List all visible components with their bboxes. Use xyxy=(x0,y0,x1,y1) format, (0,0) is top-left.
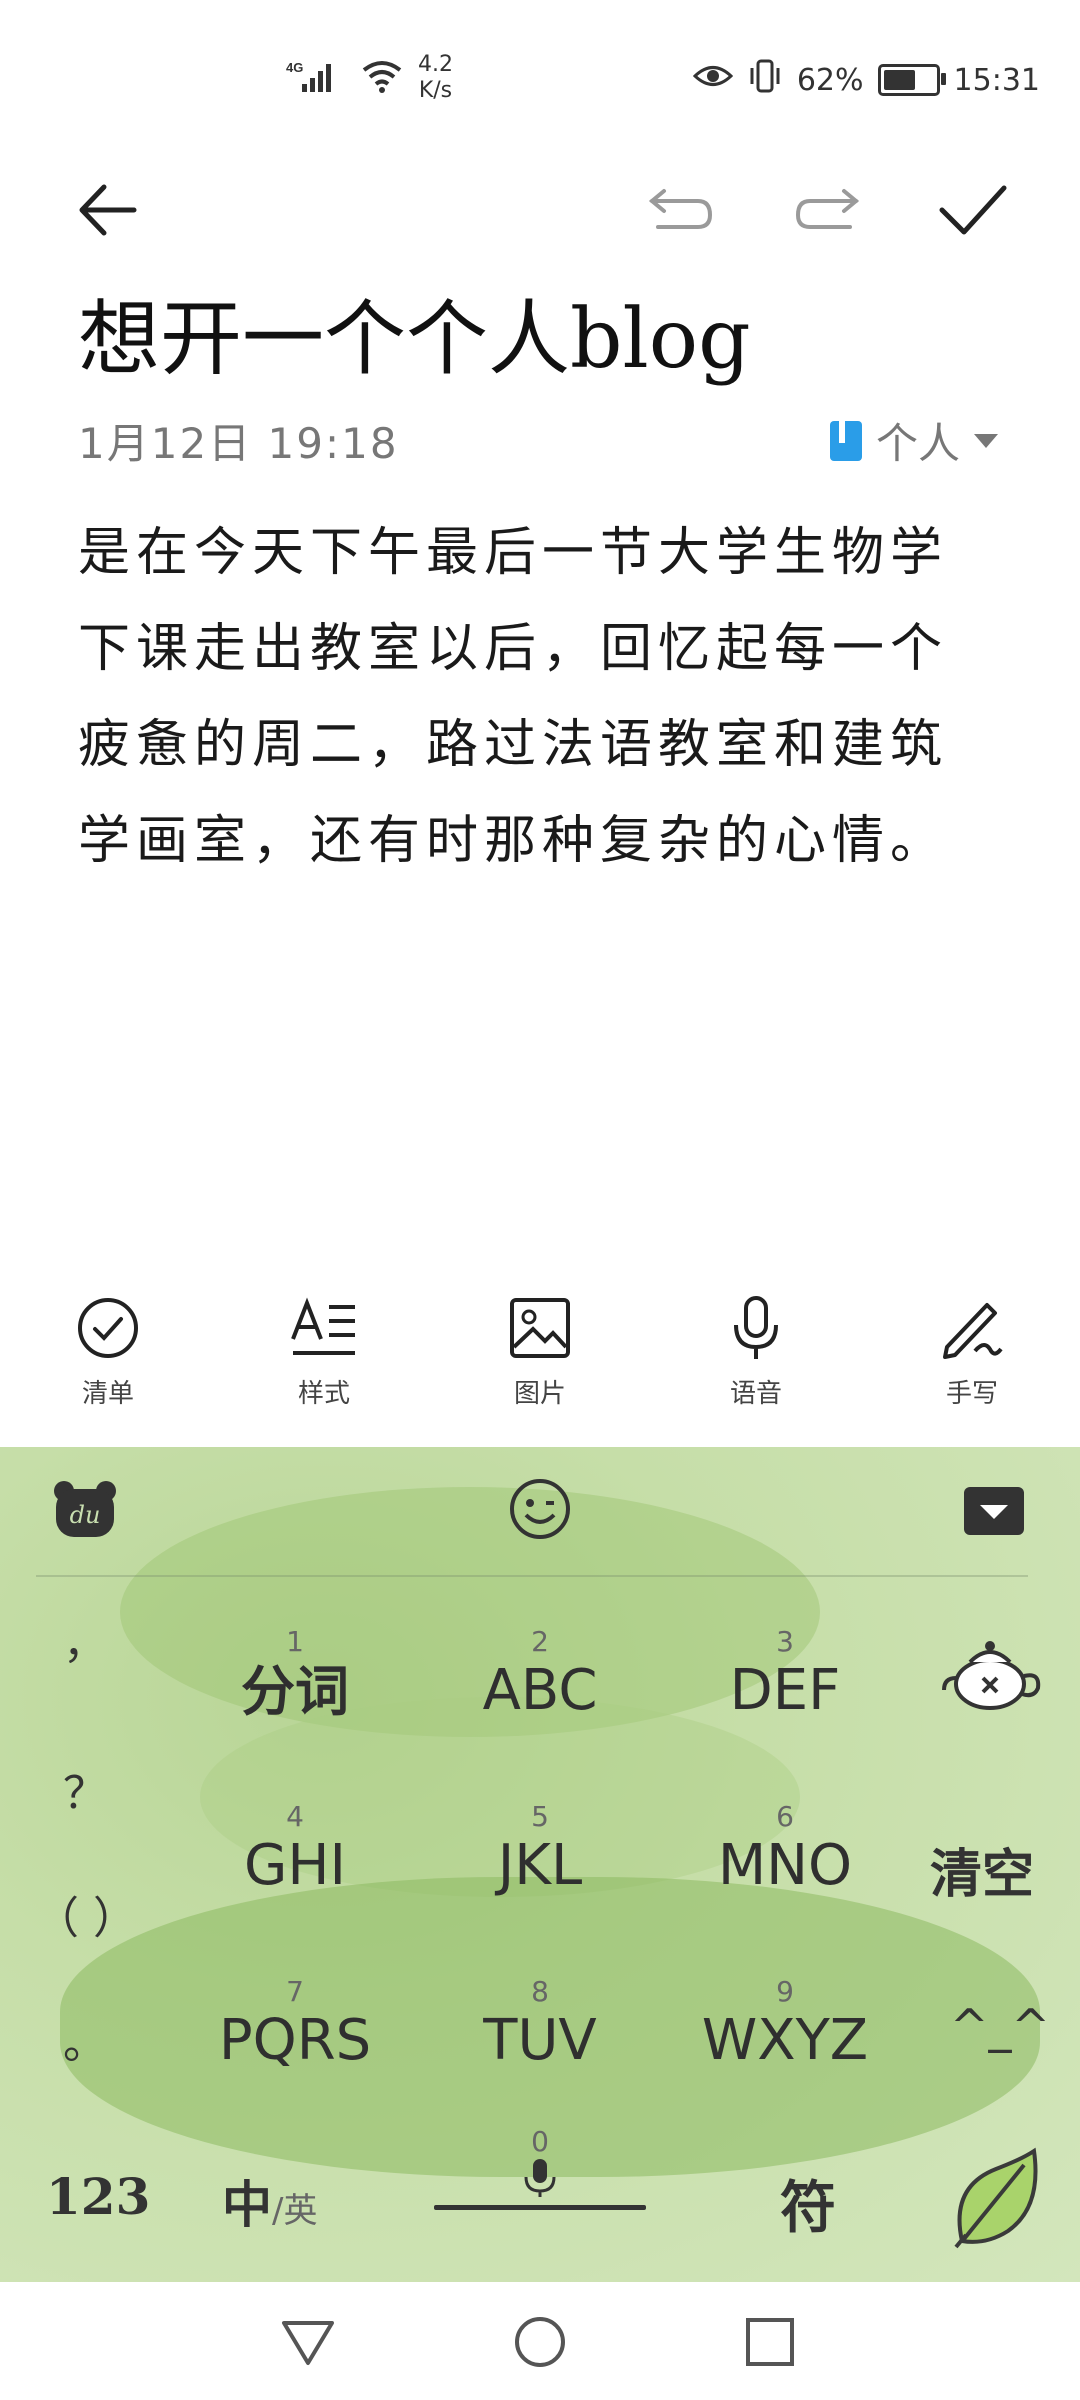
recents-square-icon[interactable] xyxy=(740,2312,800,2372)
symbol-key[interactable]: 符 xyxy=(780,2163,836,2244)
home-circle-icon[interactable] xyxy=(510,2312,570,2372)
teapot-delete-icon[interactable] xyxy=(940,1632,1044,1720)
text-style-label: 样式 xyxy=(297,1379,350,1409)
kaomoji-key[interactable]: ^_^ xyxy=(950,1999,1050,2053)
check-icon[interactable] xyxy=(928,165,1018,255)
key-8-num: 8 xyxy=(531,1975,549,2008)
lang-main: 中 xyxy=(222,2175,272,2234)
key-2[interactable]: 2 ABC xyxy=(445,1627,635,1725)
key-8[interactable]: 8 TUV xyxy=(445,1977,635,2075)
clear-key[interactable]: 清空 xyxy=(930,1832,1034,1907)
key-6[interactable]: 6 MNO xyxy=(690,1802,880,1900)
folder-label: 个人 xyxy=(875,419,960,468)
leaf-enter-icon[interactable] xyxy=(950,2147,1042,2255)
battery-fill xyxy=(883,70,915,90)
key-6-label: MNO xyxy=(717,1833,853,1898)
punct-parens[interactable]: （ ） xyxy=(26,1882,146,1946)
network-speed: 4.2 K/s xyxy=(418,52,453,104)
space-mic-icon xyxy=(430,2157,650,2197)
key-1-label: 分词 xyxy=(241,1659,349,1723)
handwriting-button[interactable]: 手写 xyxy=(892,1295,1052,1410)
key-4-num: 4 xyxy=(286,1800,304,1833)
checklist-icon xyxy=(78,1298,138,1358)
checklist-button[interactable]: 清单 xyxy=(28,1295,188,1410)
vibrate-icon xyxy=(747,58,783,102)
speed-value: 4.2 xyxy=(418,52,453,77)
hide-keyboard-icon[interactable] xyxy=(962,1485,1026,1541)
punct-period[interactable]: 。 xyxy=(40,2007,130,2071)
signal-icon: 4G xyxy=(286,58,346,98)
battery-icon xyxy=(877,64,946,96)
network-type: 4G xyxy=(286,60,303,75)
wifi-icon xyxy=(360,58,404,98)
key-7[interactable]: 7 PQRS xyxy=(200,1977,390,2075)
du-logo-icon[interactable]: du xyxy=(52,1479,118,1545)
svg-text:du: du xyxy=(70,1501,101,1529)
key-9-num: 9 xyxy=(776,1975,794,2008)
battery-percent: 62% xyxy=(796,62,864,98)
note-date: 1月12日 19:18 xyxy=(78,419,399,468)
key-4[interactable]: 4 GHI xyxy=(200,1802,390,1900)
voice-button[interactable]: 语音 xyxy=(676,1295,836,1410)
folder-icon xyxy=(829,420,862,461)
checklist-label: 清单 xyxy=(81,1379,134,1409)
key-6-num: 6 xyxy=(776,1800,794,1833)
text-style-icon xyxy=(291,1297,355,1355)
lang-alt: /英 xyxy=(272,2191,318,2231)
key-3-num: 3 xyxy=(776,1625,794,1658)
image-button[interactable]: 图片 xyxy=(460,1295,620,1410)
note-body[interactable]: 是在今天下午最后一节大学生物学下课走出教室以后，回忆起每一个疲惫的周二，路过法语… xyxy=(78,505,1003,889)
numeric-key[interactable]: 123 xyxy=(46,2167,150,2226)
note-action-bar xyxy=(0,160,1080,260)
status-right: 62% 15:31 xyxy=(692,58,1040,102)
image-icon xyxy=(510,1298,570,1358)
key-5-label: JKL xyxy=(497,1833,583,1898)
status-bar: 4G 4.2 K/s 62% 15:31 xyxy=(0,0,1080,150)
space-bar-line xyxy=(434,2205,646,2210)
key-7-num: 7 xyxy=(286,1975,304,2008)
undo-icon[interactable] xyxy=(636,165,726,255)
key-8-label: TUV xyxy=(483,2008,597,2073)
edit-toolbar: 清单 样式 图片 语音 手写 xyxy=(0,1295,1080,1445)
key-5-num: 5 xyxy=(531,1800,549,1833)
key-9[interactable]: 9 WXYZ xyxy=(690,1977,880,2075)
key-5[interactable]: 5 JKL xyxy=(445,1802,635,1900)
back-arrow-icon[interactable] xyxy=(62,165,152,255)
microphone-icon xyxy=(734,1296,778,1359)
voice-label: 语音 xyxy=(729,1379,782,1409)
image-label: 图片 xyxy=(513,1379,566,1409)
back-triangle-icon[interactable] xyxy=(278,2312,338,2372)
status-left: 4G 4.2 K/s xyxy=(286,52,453,104)
key-9-label: WXYZ xyxy=(701,2008,869,2073)
system-nav-bar xyxy=(0,2282,1080,2400)
key-3[interactable]: 3 DEF xyxy=(690,1627,880,1725)
punct-comma[interactable]: ， xyxy=(40,1607,130,1671)
redo-icon[interactable] xyxy=(782,165,872,255)
eye-icon xyxy=(692,61,734,99)
key-7-label: PQRS xyxy=(218,2008,372,2073)
space-num: 0 xyxy=(531,2125,549,2158)
language-toggle[interactable]: 中 /英 xyxy=(222,2165,317,2237)
folder-selector[interactable]: 个人 xyxy=(829,410,998,471)
handwriting-label: 手写 xyxy=(945,1379,998,1409)
key-4-label: GHI xyxy=(243,1833,347,1898)
ime-keyboard: du ， ？ （ ） 。 1 分词 2 ABC 3 DEF 4 GHI 5 JK… xyxy=(0,1447,1080,2282)
keyboard-divider xyxy=(36,1575,1028,1577)
chevron-down-icon xyxy=(974,433,998,448)
handwriting-icon xyxy=(943,1303,1003,1359)
emoji-icon[interactable] xyxy=(508,1477,572,1545)
key-2-num: 2 xyxy=(531,1625,549,1658)
clock: 15:31 xyxy=(953,62,1040,98)
speed-unit: K/s xyxy=(418,78,453,103)
key-2-label: ABC xyxy=(482,1658,598,1723)
punct-question[interactable]: ？ xyxy=(40,1757,130,1821)
note-title[interactable]: 想开一个个人blog xyxy=(78,290,978,390)
space-key[interactable]: 0 xyxy=(430,2127,650,2237)
key-1-num: 1 xyxy=(286,1625,304,1658)
key-1[interactable]: 1 分词 xyxy=(200,1627,390,1725)
key-3-label: DEF xyxy=(729,1658,841,1723)
text-style-button[interactable]: 样式 xyxy=(244,1295,404,1410)
